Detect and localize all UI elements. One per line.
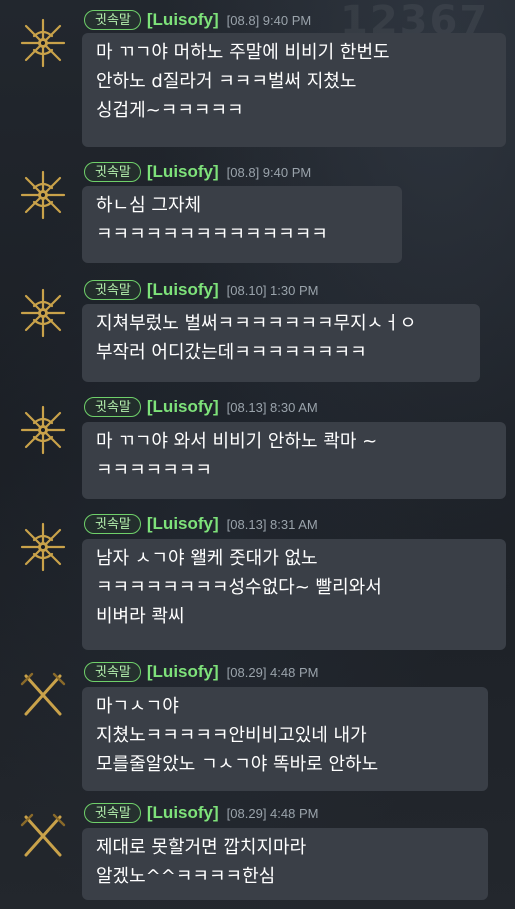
sender-name[interactable]: [Luisofy] — [147, 10, 219, 30]
sender-name[interactable]: [Luisofy] — [147, 803, 219, 823]
whisper-badge: 귓속말 — [84, 10, 141, 30]
message-bubble: 지쳐부렀노 벌써ㅋㅋㅋㅋㅋㅋㅋ무지ㅅㅓㅇ 부작러 어디갔는데ㅋㅋㅋㅋㅋㅋㅋㅋ — [82, 304, 480, 382]
message-line: 마 ㄲㄱ야 와서 비비기 안하노 콱마 ~ — [96, 431, 378, 452]
message-header: 귓속말 [Luisofy] [08.13] 8:30 AM — [84, 396, 318, 418]
crossed-swords-icon[interactable] — [16, 668, 70, 722]
message-header: 귓속말 [Luisofy] [08.8] 9:40 PM — [84, 161, 311, 183]
timestamp: [08.29] 4:48 PM — [226, 664, 319, 680]
star-emblem-icon[interactable] — [16, 520, 70, 574]
timestamp: [08.10] 1:30 PM — [226, 282, 319, 298]
message-line: ㅋㅋㅋㅋㅋㅋㅋㅋㅋㅋㅋㅋㅋㅋ — [96, 224, 328, 245]
sender-name[interactable]: [Luisofy] — [147, 280, 219, 300]
message-line: 남자 ㅅㄱ야 왤케 줏대가 없노 — [96, 548, 318, 569]
message-bubble: 남자 ㅅㄱ야 왤케 줏대가 없노 ㅋㅋㅋㅋㅋㅋㅋㅋ성수없다~ 빨리와서 비벼라 … — [82, 539, 506, 650]
timestamp: [08.13] 8:31 AM — [226, 516, 318, 532]
message-header: 귓속말 [Luisofy] [08.29] 4:48 PM — [84, 661, 318, 683]
whisper-badge: 귓속말 — [84, 514, 141, 534]
timestamp: [08.8] 9:40 PM — [226, 12, 312, 28]
message-line: 마ㄱㅅㄱ야 — [96, 696, 179, 717]
message-line: 부작러 어디갔는데ㅋㅋㅋㅋㅋㅋㅋㅋ — [96, 342, 367, 363]
message-bubble: 마 ㄲㄱ야 와서 비비기 안하노 콱마 ~ ㅋㅋㅋㅋㅋㅋㅋ — [82, 422, 506, 499]
whisper-badge: 귓속말 — [84, 662, 141, 682]
message-header: 귓속말 [Luisofy] [08.8] 9:40 PM — [84, 9, 311, 31]
message-line: 하ㄴ심 그자체 — [96, 195, 202, 216]
message-bubble: 마ㄱㅅㄱ야 지쳤노ㅋㅋㅋㅋㅋ안비비고있네 내가 모를줄알았노 ㄱㅅㄱ야 똑바로 … — [82, 687, 488, 791]
star-emblem-icon[interactable] — [16, 16, 70, 70]
message-header: 귓속말 [Luisofy] [08.29] 4:48 PM — [84, 802, 318, 824]
message-line: 제대로 못할거면 깝치지마라 — [96, 837, 307, 858]
message-line: 지쳤노ㅋㅋㅋㅋㅋ안비비고있네 내가 — [96, 725, 367, 746]
sender-name[interactable]: [Luisofy] — [147, 662, 219, 682]
star-emblem-icon[interactable] — [16, 403, 70, 457]
message-line: 모를줄알았노 ㄱㅅㄱ야 똑바로 안하노 — [96, 754, 379, 775]
star-emblem-icon[interactable] — [16, 168, 70, 222]
message-bubble: 하ㄴ심 그자체 ㅋㅋㅋㅋㅋㅋㅋㅋㅋㅋㅋㅋㅋㅋ — [82, 186, 402, 263]
message-header: 귓속말 [Luisofy] [08.13] 8:31 AM — [84, 513, 318, 535]
message-line: 마 ㄲㄱ야 머하노 주말에 비비기 한번도 — [96, 42, 390, 63]
message-line: 안하노 d질라거 ㅋㅋㅋ벌써 지쳤노 — [96, 71, 357, 92]
timestamp: [08.13] 8:30 AM — [226, 399, 318, 415]
message-bubble: 제대로 못할거면 깝치지마라 알겠노^^ㅋㅋㅋㅋ한심 — [82, 828, 488, 900]
sender-name[interactable]: [Luisofy] — [147, 397, 219, 417]
whisper-badge: 귓속말 — [84, 803, 141, 823]
star-emblem-icon[interactable] — [16, 286, 70, 340]
crossed-swords-icon[interactable] — [16, 809, 70, 863]
timestamp: [08.8] 9:40 PM — [226, 164, 312, 180]
whisper-badge: 귓속말 — [84, 280, 141, 300]
timestamp: [08.29] 4:48 PM — [226, 805, 319, 821]
message-line: 비벼라 콱씨 — [96, 606, 185, 627]
message-header: 귓속말 [Luisofy] [08.10] 1:30 PM — [84, 279, 318, 301]
whisper-badge: 귓속말 — [84, 162, 141, 182]
message-line: 싱겁게~ㅋㅋㅋㅋㅋ — [96, 100, 244, 121]
message-line: ㅋㅋㅋㅋㅋㅋㅋㅋ성수없다~ 빨리와서 — [96, 577, 382, 598]
message-bubble: 마 ㄲㄱ야 머하노 주말에 비비기 한번도 안하노 d질라거 ㅋㅋㅋ벌써 지쳤노… — [82, 33, 506, 147]
whisper-badge: 귓속말 — [84, 397, 141, 417]
message-line: 알겠노^^ㅋㅋㅋㅋ한심 — [96, 866, 276, 887]
sender-name[interactable]: [Luisofy] — [147, 162, 219, 182]
message-line: ㅋㅋㅋㅋㅋㅋㅋ — [96, 460, 212, 481]
message-line: 지쳐부렀노 벌써ㅋㅋㅋㅋㅋㅋㅋ무지ㅅㅓㅇ — [96, 313, 417, 334]
sender-name[interactable]: [Luisofy] — [147, 514, 219, 534]
